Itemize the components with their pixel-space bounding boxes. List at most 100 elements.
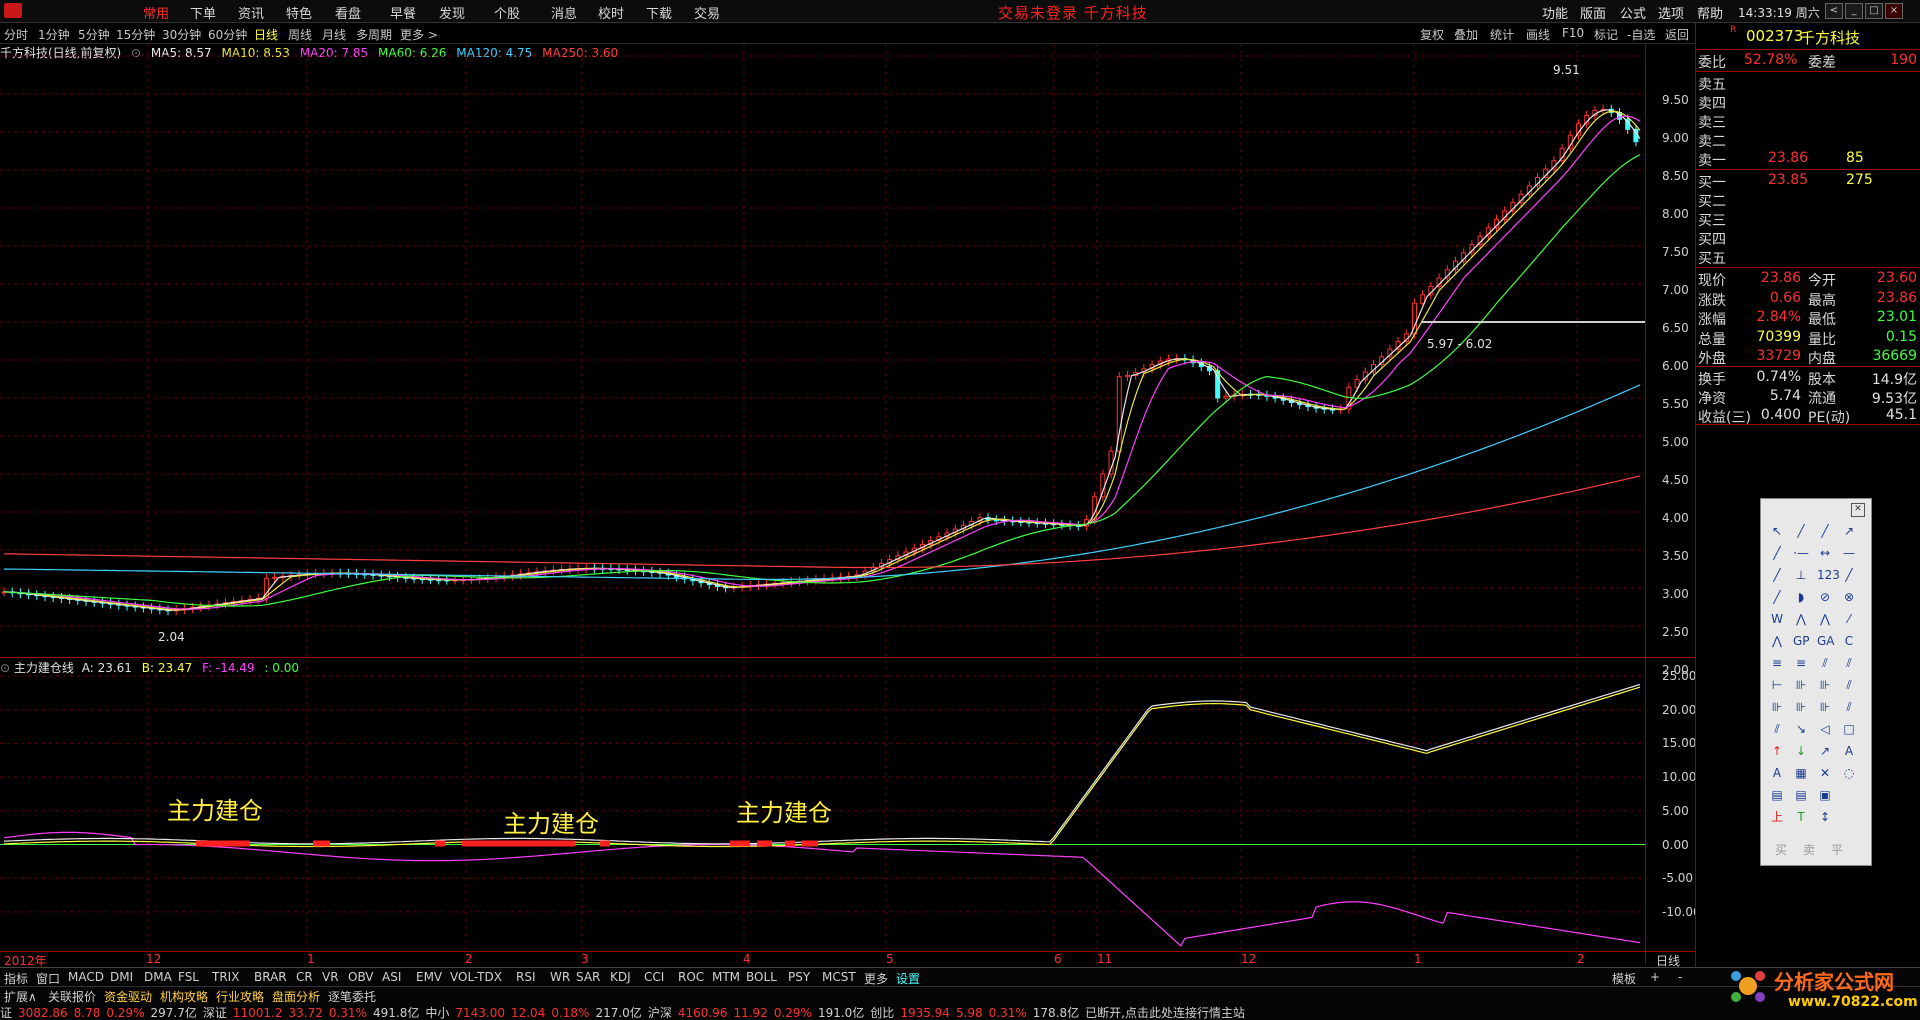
tool-fanhui[interactable]: 返回 <box>1665 26 1689 43</box>
tool-f10[interactable]: F10 <box>1562 26 1584 40</box>
menu-item-xiadan[interactable]: 下单 <box>190 3 216 22</box>
indicator-tab[interactable]: PSY <box>788 970 810 984</box>
draw-tool-icon[interactable]: ▣ <box>1817 787 1833 803</box>
draw-tool-icon[interactable]: ↕ <box>1817 809 1833 825</box>
draw-tool-icon[interactable]: ↘ <box>1793 721 1809 737</box>
draw-tool-icon[interactable]: ◌ <box>1841 765 1857 781</box>
draw-tool-icon[interactable]: ⊪ <box>1769 699 1785 715</box>
buy-row[interactable]: 买五 <box>1696 247 1920 267</box>
sub-tab[interactable]: 扩展∧ <box>4 988 37 1005</box>
draw-tool-icon[interactable]: ⊪ <box>1793 677 1809 693</box>
indicator-tab[interactable]: BRAR <box>254 970 287 984</box>
draw-tool-icon[interactable]: ⫽ <box>1769 721 1785 737</box>
draw-tool-icon[interactable]: ◁ <box>1817 721 1833 737</box>
draw-tool-icon[interactable]: ╱ <box>1769 545 1785 561</box>
tabbar-right-btn[interactable]: 模板 <box>1612 970 1636 987</box>
indicator-tab[interactable]: 设置 <box>896 970 920 987</box>
draw-tool-icon[interactable]: ⫽ <box>1841 699 1857 715</box>
sub-tab[interactable]: 逐笔委托 <box>328 988 376 1005</box>
draw-tool-icon[interactable]: — <box>1841 545 1857 561</box>
draw-tool-icon[interactable]: ▤ <box>1793 787 1809 803</box>
tabbar-right-btn[interactable]: + <box>1650 970 1660 984</box>
period-daily[interactable]: 日线 <box>254 26 278 43</box>
draw-tool-icon[interactable]: ⊢ <box>1769 677 1785 693</box>
draw-tool-icon[interactable]: ⊪ <box>1817 677 1833 693</box>
app-logo-icon[interactable] <box>4 3 22 18</box>
indicator-tab[interactable]: DMI <box>110 970 133 984</box>
draw-tool-icon[interactable]: ↑ <box>1769 743 1785 759</box>
menu-item-jiaoyi[interactable]: 交易 <box>694 3 720 22</box>
back-icon[interactable]: < <box>1825 3 1843 19</box>
indicator-tab[interactable]: ASI <box>382 970 401 984</box>
indicator-tab[interactable]: VR <box>322 970 339 984</box>
indicator-tab[interactable]: SAR <box>576 970 600 984</box>
draw-tool-icon[interactable]: ≡ <box>1793 655 1809 671</box>
indicator-tab[interactable]: MTM <box>712 970 740 984</box>
period-1min[interactable]: 1分钟 <box>38 26 70 43</box>
sub-tab[interactable]: 资金驱动 <box>104 988 152 1005</box>
draw-tool-icon[interactable]: ⊪ <box>1817 699 1833 715</box>
menu-item-gongshi[interactable]: 公式 <box>1620 3 1646 22</box>
draw-tool-icon[interactable]: ↔ <box>1817 545 1833 561</box>
tabbar-right-btn[interactable]: - <box>1678 970 1682 984</box>
draw-tool-icon[interactable]: ⫽ <box>1841 655 1857 671</box>
draw-tool-icon[interactable]: ◗ <box>1793 589 1809 605</box>
indicator-tab[interactable]: FSL <box>178 970 199 984</box>
period-30min[interactable]: 30分钟 <box>162 26 201 43</box>
menu-item-xiazai[interactable]: 下载 <box>646 3 672 22</box>
indicator-tab[interactable]: VOL-TDX <box>450 970 502 984</box>
draw-tool-icon[interactable]: ⊪ <box>1793 699 1809 715</box>
draw-tool-icon[interactable]: ≡ <box>1769 655 1785 671</box>
buy-row[interactable]: 买四 <box>1696 228 1920 248</box>
menu-item-gongneng[interactable]: 功能 <box>1542 3 1568 22</box>
period-60min[interactable]: 60分钟 <box>208 26 247 43</box>
menu-item-gegu[interactable]: 个股 <box>494 3 520 22</box>
indicator-tab[interactable]: 窗口 <box>36 970 60 987</box>
draw-tool-icon[interactable]: ⊗ <box>1841 589 1857 605</box>
toolbox-close-icon[interactable]: ✕ <box>1851 503 1865 517</box>
draw-tool-icon[interactable]: T <box>1793 809 1809 825</box>
indicator-tab[interactable]: EMV <box>416 970 442 984</box>
tool-diejia[interactable]: 叠加 <box>1454 26 1478 43</box>
sub-tab[interactable]: 机构攻略 <box>160 988 208 1005</box>
draw-tool-icon[interactable]: ↗ <box>1817 743 1833 759</box>
draw-tool-icon[interactable]: ⊘ <box>1817 589 1833 605</box>
period-multi[interactable]: 多周期 <box>356 26 392 43</box>
tool-fuquan[interactable]: 复权 <box>1420 26 1444 43</box>
indicator-tab[interactable]: ROC <box>678 970 704 984</box>
tool-tongji[interactable]: 统计 <box>1490 26 1514 43</box>
draw-tool-icon[interactable]: GA <box>1817 633 1835 649</box>
draw-tool-icon[interactable]: ⋀ <box>1793 611 1809 627</box>
indicator-tab[interactable]: WR <box>550 970 570 984</box>
indicator-tab[interactable]: 指标 <box>4 970 28 987</box>
draw-tool-icon[interactable]: 上 <box>1769 809 1785 825</box>
menu-item-changyong[interactable]: 常用 <box>143 3 169 22</box>
status-item[interactable]: 已断开,点击此处连接行情主站 <box>1085 1006 1245 1020</box>
draw-tool-icon[interactable]: ⊥ <box>1793 567 1809 583</box>
indicator-tab[interactable]: MACD <box>68 970 104 984</box>
draw-tool-icon[interactable]: ╱ <box>1769 567 1785 583</box>
maximize-icon[interactable]: □ <box>1865 3 1883 19</box>
indicator-tab[interactable]: DMA <box>144 970 172 984</box>
buy-row[interactable]: 买一 23.85 275 <box>1696 171 1920 191</box>
login-status[interactable]: 交易未登录 千方科技 <box>998 2 1148 23</box>
draw-tool-icon[interactable]: W <box>1769 611 1785 627</box>
draw-tool-icon[interactable]: ⋀ <box>1769 633 1785 649</box>
menu-item-xiaoxi[interactable]: 消息 <box>551 3 577 22</box>
tool-zixuan[interactable]: -自选 <box>1627 26 1655 43</box>
draw-tool-icon[interactable]: ╱ <box>1769 589 1785 605</box>
indicator-tab[interactable]: CR <box>296 970 313 984</box>
draw-tool-icon[interactable]: 123 <box>1817 567 1840 583</box>
menu-item-faxian[interactable]: 发现 <box>439 3 465 22</box>
menu-item-kanpan[interactable]: 看盘 <box>335 3 361 22</box>
draw-tool-icon[interactable]: ✕ <box>1817 765 1833 781</box>
draw-tool-icon[interactable]: ╱ <box>1793 523 1809 539</box>
sell-row[interactable]: 卖四 <box>1696 92 1920 112</box>
indicator-tab[interactable]: TRIX <box>212 970 239 984</box>
tool-biaoji[interactable]: 标记 <box>1594 26 1618 43</box>
draw-tool-icon[interactable]: ⫽ <box>1841 677 1857 693</box>
sub-tab[interactable]: 盘面分析 <box>272 988 320 1005</box>
period-weekly[interactable]: 周线 <box>288 26 312 43</box>
draw-tool-icon[interactable]: GP <box>1793 633 1810 649</box>
indicator-tab[interactable]: RSI <box>516 970 536 984</box>
